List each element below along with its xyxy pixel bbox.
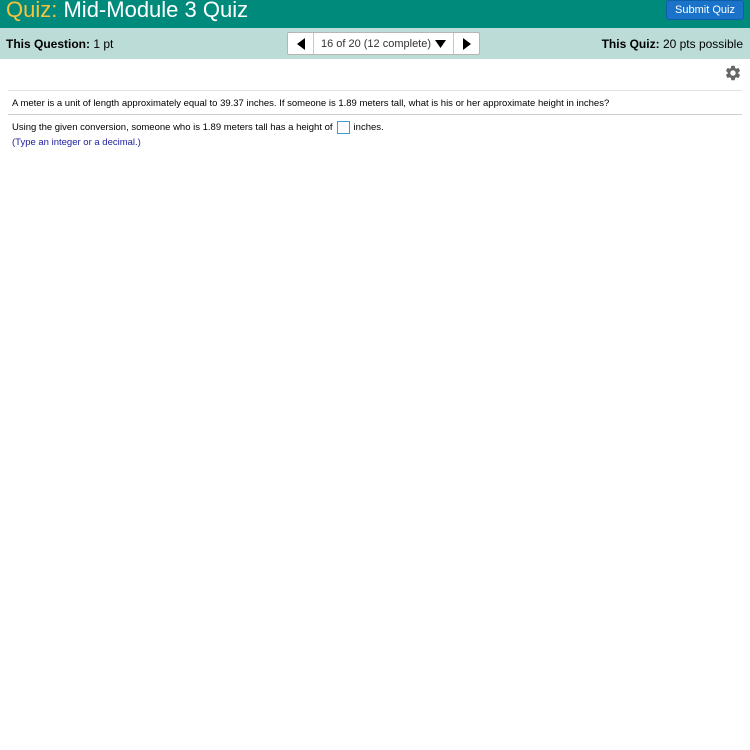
answer-hint: (Type an integer or a decimal.) — [12, 137, 141, 148]
question-text: A meter is a unit of length approximatel… — [12, 98, 610, 109]
answer-prefix-text: Using the given conversion, someone who … — [12, 122, 333, 133]
answer-suffix-text: inches. — [353, 122, 384, 133]
quiz-title-text: Mid-Module 3 Quiz — [63, 0, 249, 22]
question-panel: A meter is a unit of length approximatel… — [8, 90, 742, 115]
answer-line: Using the given conversion, someone who … — [12, 121, 384, 134]
question-position-text: 16 of 20 (12 complete) — [320, 37, 432, 50]
quiz-title-prefix: Quiz: — [6, 0, 58, 22]
this-quiz-value: 20 pts possible — [662, 37, 743, 51]
submit-quiz-button[interactable]: Submit Quiz — [666, 0, 744, 20]
this-quiz-info: This Quiz: 20 pts possible — [602, 37, 743, 51]
question-navigator: 16 of 20 (12 complete) — [287, 32, 480, 55]
this-question-value: 1 pt — [93, 37, 114, 51]
quiz-title: Quiz: Mid-Module 3 Quiz — [6, 0, 248, 25]
question-select-dropdown[interactable]: 16 of 20 (12 complete) — [314, 33, 453, 54]
this-question-label: This Question: — [6, 37, 90, 51]
this-quiz-label: This Quiz: — [601, 37, 660, 51]
quiz-header: Quiz: Mid-Module 3 Quiz Submit Quiz — [0, 0, 750, 28]
settings-gear-button[interactable] — [724, 64, 742, 82]
next-question-button[interactable] — [453, 33, 479, 54]
triangle-left-icon — [296, 37, 305, 50]
triangle-right-icon — [462, 37, 471, 50]
answer-input[interactable] — [336, 121, 350, 134]
this-question-info: This Question: 1 pt — [6, 37, 113, 51]
gear-icon — [725, 65, 741, 81]
previous-question-button[interactable] — [288, 33, 314, 54]
caret-down-icon — [435, 39, 447, 48]
